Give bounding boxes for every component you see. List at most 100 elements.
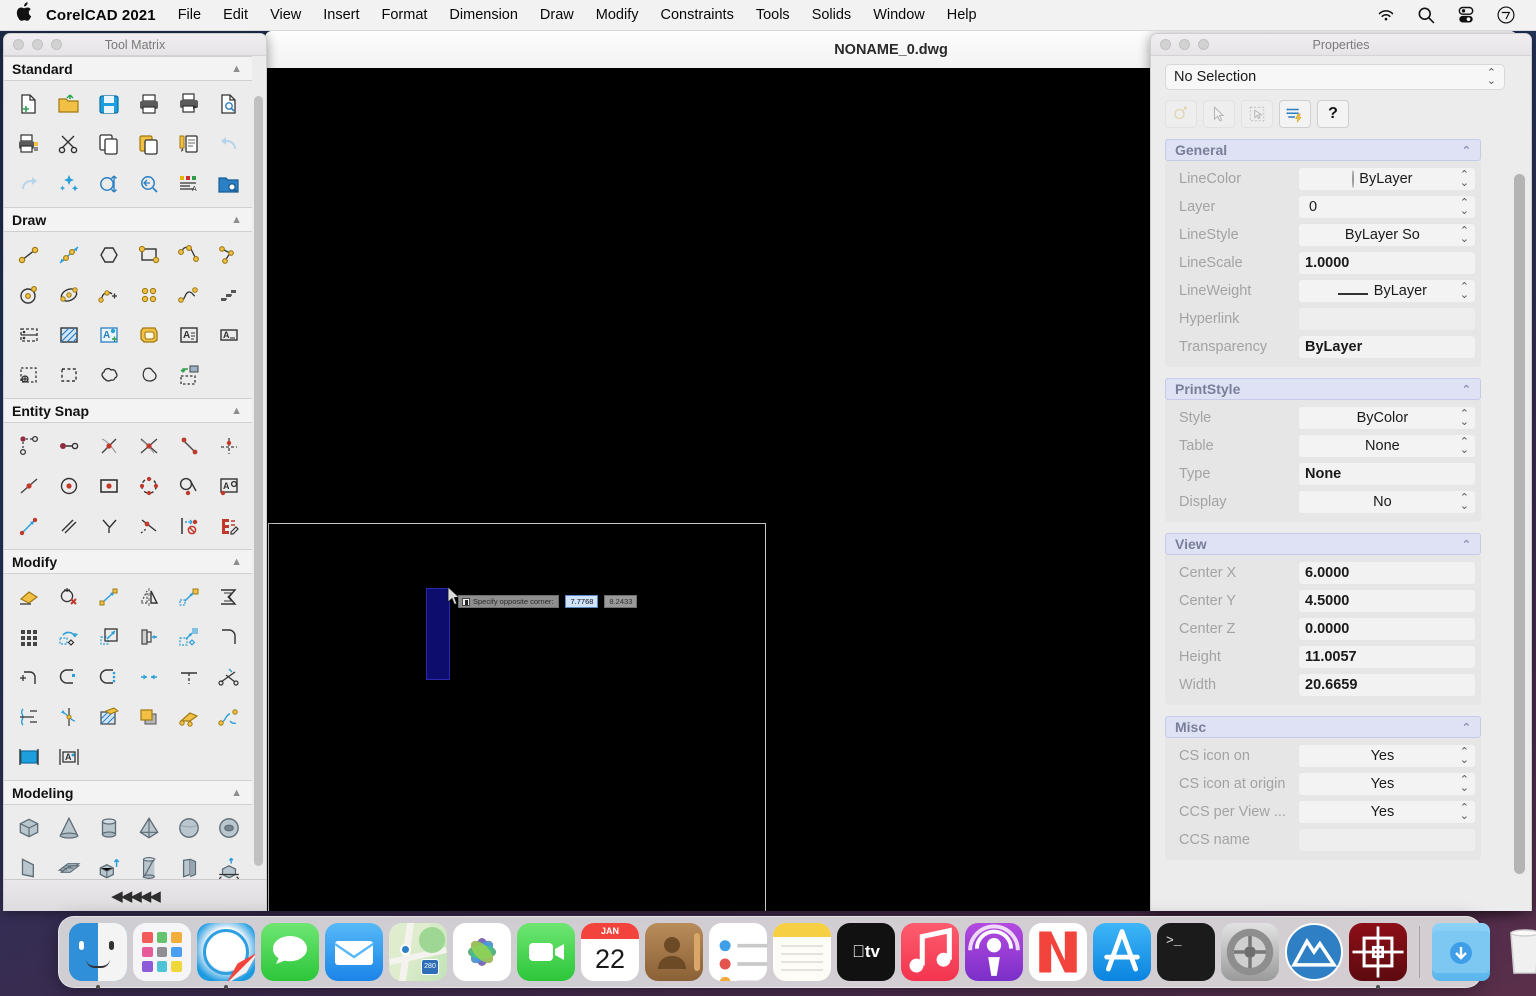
- print-inspect-icon[interactable]: [209, 87, 249, 121]
- snap-intersection-icon[interactable]: [129, 429, 169, 463]
- menu-tools[interactable]: Tools: [756, 7, 790, 23]
- menu-window[interactable]: Window: [873, 7, 925, 23]
- cylinder-solid-icon[interactable]: [89, 811, 129, 845]
- box-solid-icon[interactable]: [9, 811, 49, 845]
- zoom-previous-icon[interactable]: [129, 167, 169, 201]
- save-icon[interactable]: [89, 87, 129, 121]
- collapse-caret-icon[interactable]: ▲: [231, 787, 242, 799]
- pick-area-icon[interactable]: [1241, 100, 1273, 128]
- arc-add-icon[interactable]: [89, 278, 129, 312]
- section-header-modeling[interactable]: Modeling ▲: [4, 780, 252, 805]
- menu-modify[interactable]: Modify: [596, 7, 639, 23]
- properties-group-printstyle[interactable]: PrintStyle ⌃: [1165, 378, 1481, 400]
- tool-matrix-scroll-thumb[interactable]: [254, 96, 263, 866]
- pick-entity-icon[interactable]: [1203, 100, 1235, 128]
- properties-scroll-thumb[interactable]: [1514, 174, 1525, 874]
- dock-item-app-store[interactable]: [1093, 923, 1151, 981]
- join-icon[interactable]: [129, 660, 169, 694]
- snap-from-icon[interactable]: [9, 429, 49, 463]
- edit-hatch-icon[interactable]: [89, 700, 129, 734]
- mesh-solid-icon[interactable]: [49, 851, 89, 879]
- dock-item-corelcad[interactable]: [1349, 923, 1407, 989]
- collapse-caret-icon[interactable]: ▲: [231, 405, 242, 417]
- cut-scissors-icon[interactable]: [49, 127, 89, 161]
- dock-item-finder[interactable]: [69, 923, 127, 989]
- menu-file[interactable]: File: [178, 7, 201, 23]
- ray-step-icon[interactable]: [209, 278, 249, 312]
- collapse-caret-icon[interactable]: ⌃: [1462, 538, 1471, 551]
- dock-item-trash[interactable]: [1496, 923, 1536, 981]
- printstyle-style-dropdown[interactable]: ByColor ⌃ ⌄: [1299, 407, 1475, 429]
- snap-point-on-entity-icon[interactable]: [129, 509, 169, 543]
- properties-group-misc[interactable]: Misc ⌃: [1165, 716, 1481, 738]
- search-icon[interactable]: [1416, 5, 1436, 25]
- center-z-field[interactable]: 0.0000: [1299, 618, 1475, 640]
- height-field[interactable]: 11.0057: [1299, 646, 1475, 668]
- section-header-draw[interactable]: Draw ▲: [4, 207, 252, 232]
- dock-item-launchpad[interactable]: [133, 923, 191, 981]
- dock-item-downloads-folder[interactable]: [1432, 923, 1490, 981]
- dock-item-reminders[interactable]: [709, 923, 767, 981]
- snap-extension-icon[interactable]: [49, 509, 89, 543]
- snap-endpoint-icon[interactable]: [49, 429, 89, 463]
- spline-icon[interactable]: [169, 278, 209, 312]
- collapse-caret-icon[interactable]: ▲: [231, 63, 242, 75]
- explode-icon[interactable]: [169, 700, 209, 734]
- dock-item-news[interactable]: [1029, 923, 1087, 981]
- menu-insert[interactable]: Insert: [323, 7, 359, 23]
- section-header-modify[interactable]: Modify ▲: [4, 549, 252, 574]
- dock-item-system-preferences[interactable]: [1221, 923, 1279, 981]
- dynamic-input-y[interactable]: 8.2433: [604, 595, 638, 608]
- edit-text-icon[interactable]: A: [49, 740, 89, 774]
- offset-icon[interactable]: [209, 580, 249, 614]
- rotate-icon[interactable]: [49, 620, 89, 654]
- snap-parallel-icon[interactable]: [9, 509, 49, 543]
- extrude-icon[interactable]: [89, 851, 129, 879]
- dock-item-safari[interactable]: [197, 923, 255, 989]
- tool-matrix-footer[interactable]: ◀◀◀◀◀: [4, 879, 266, 911]
- menu-draw[interactable]: Draw: [540, 7, 574, 23]
- block-attribute-icon[interactable]: A: [89, 318, 129, 352]
- move-icon[interactable]: [89, 580, 129, 614]
- hyperlink-field[interactable]: [1299, 308, 1475, 330]
- transparency-field[interactable]: ByLayer: [1299, 336, 1475, 358]
- polyline-icon[interactable]: [169, 238, 209, 272]
- drawing-explorer-icon[interactable]: [209, 167, 249, 201]
- menu-format[interactable]: Format: [382, 7, 428, 23]
- hatch-icon[interactable]: [49, 318, 89, 352]
- properties-scrollbar[interactable]: [1514, 174, 1525, 894]
- menu-dimension[interactable]: Dimension: [449, 7, 518, 23]
- quick-select-icon[interactable]: [1165, 100, 1197, 128]
- fillet-icon[interactable]: [209, 620, 249, 654]
- tool-matrix-footer-arrows[interactable]: ◀◀◀◀◀: [111, 887, 161, 905]
- ellipse-icon[interactable]: [49, 278, 89, 312]
- chevron-updown-icon[interactable]: ⌃ ⌄: [1460, 409, 1469, 428]
- dock-item-notes[interactable]: [773, 923, 831, 981]
- collapse-caret-icon[interactable]: ▲: [231, 556, 242, 568]
- print-settings-icon[interactable]: [9, 127, 49, 161]
- chevron-updown-icon[interactable]: ⌃ ⌄: [1460, 803, 1469, 822]
- center-y-field[interactable]: 4.5000: [1299, 590, 1475, 612]
- lineweight-dropdown[interactable]: ByLayer ⌃ ⌄: [1299, 280, 1475, 302]
- clip-image-icon[interactable]: [9, 740, 49, 774]
- cone-solid-icon[interactable]: [49, 811, 89, 845]
- properties-group-general[interactable]: General ⌃: [1165, 139, 1481, 161]
- menu-view[interactable]: View: [270, 7, 301, 23]
- dock-item-terminal[interactable]: >_: [1157, 923, 1215, 981]
- sphere-solid-icon[interactable]: [169, 811, 209, 845]
- menu-help[interactable]: Help: [947, 7, 977, 23]
- chevron-updown-icon[interactable]: ⌃ ⌄: [1460, 493, 1469, 512]
- pyramid-solid-icon[interactable]: [129, 811, 169, 845]
- new-drawing-icon[interactable]: [9, 87, 49, 121]
- snap-apparent-intersection-icon[interactable]: [169, 429, 209, 463]
- erase-icon[interactable]: [9, 580, 49, 614]
- chevron-updown-icon[interactable]: ⌃ ⌄: [1460, 198, 1469, 217]
- extend-icon[interactable]: [89, 660, 129, 694]
- chevron-updown-icon[interactable]: ⌃ ⌄: [1460, 226, 1469, 245]
- collapse-caret-icon[interactable]: ▲: [231, 214, 242, 226]
- zoom-extents-icon[interactable]: [89, 167, 129, 201]
- block-icon[interactable]: [9, 318, 49, 352]
- snap-insertion-icon[interactable]: [89, 469, 129, 503]
- dock-item-contacts[interactable]: [645, 923, 703, 981]
- section-header-entity-snap[interactable]: Entity Snap ▲: [4, 398, 252, 423]
